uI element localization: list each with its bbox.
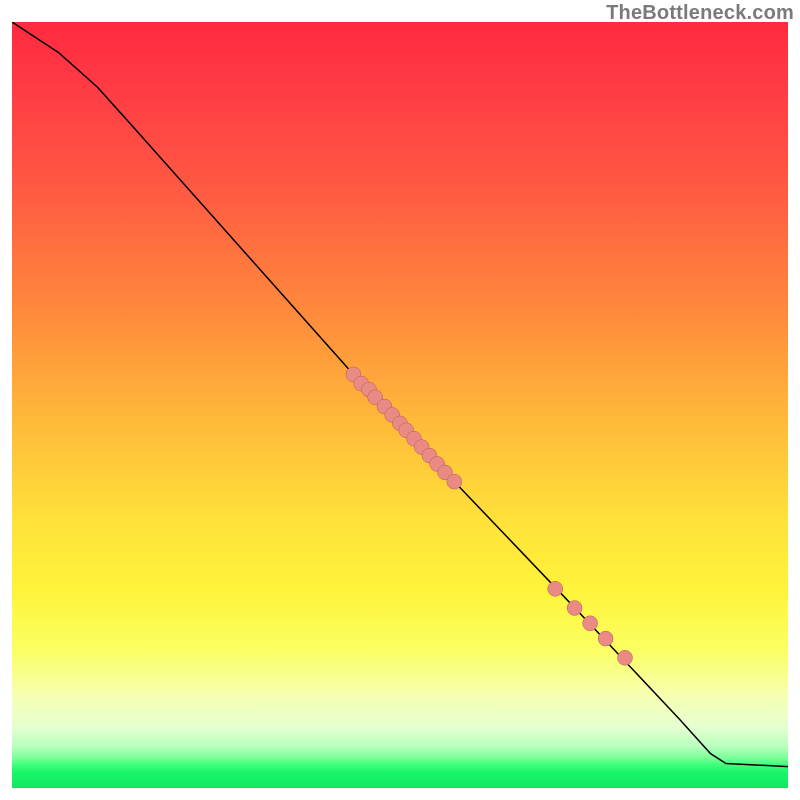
scatter-dot [548, 581, 563, 596]
scatter-dot [618, 650, 633, 665]
scatter-dot [447, 474, 462, 489]
scatter-dot [598, 631, 613, 646]
curve-overlay [12, 22, 788, 788]
scatter-dot [583, 616, 598, 631]
chart-container: TheBottleneck.com [0, 0, 800, 800]
plot-area [12, 22, 788, 788]
main-curve [12, 22, 788, 767]
scatter-markers [346, 367, 633, 665]
scatter-dot [567, 601, 582, 616]
